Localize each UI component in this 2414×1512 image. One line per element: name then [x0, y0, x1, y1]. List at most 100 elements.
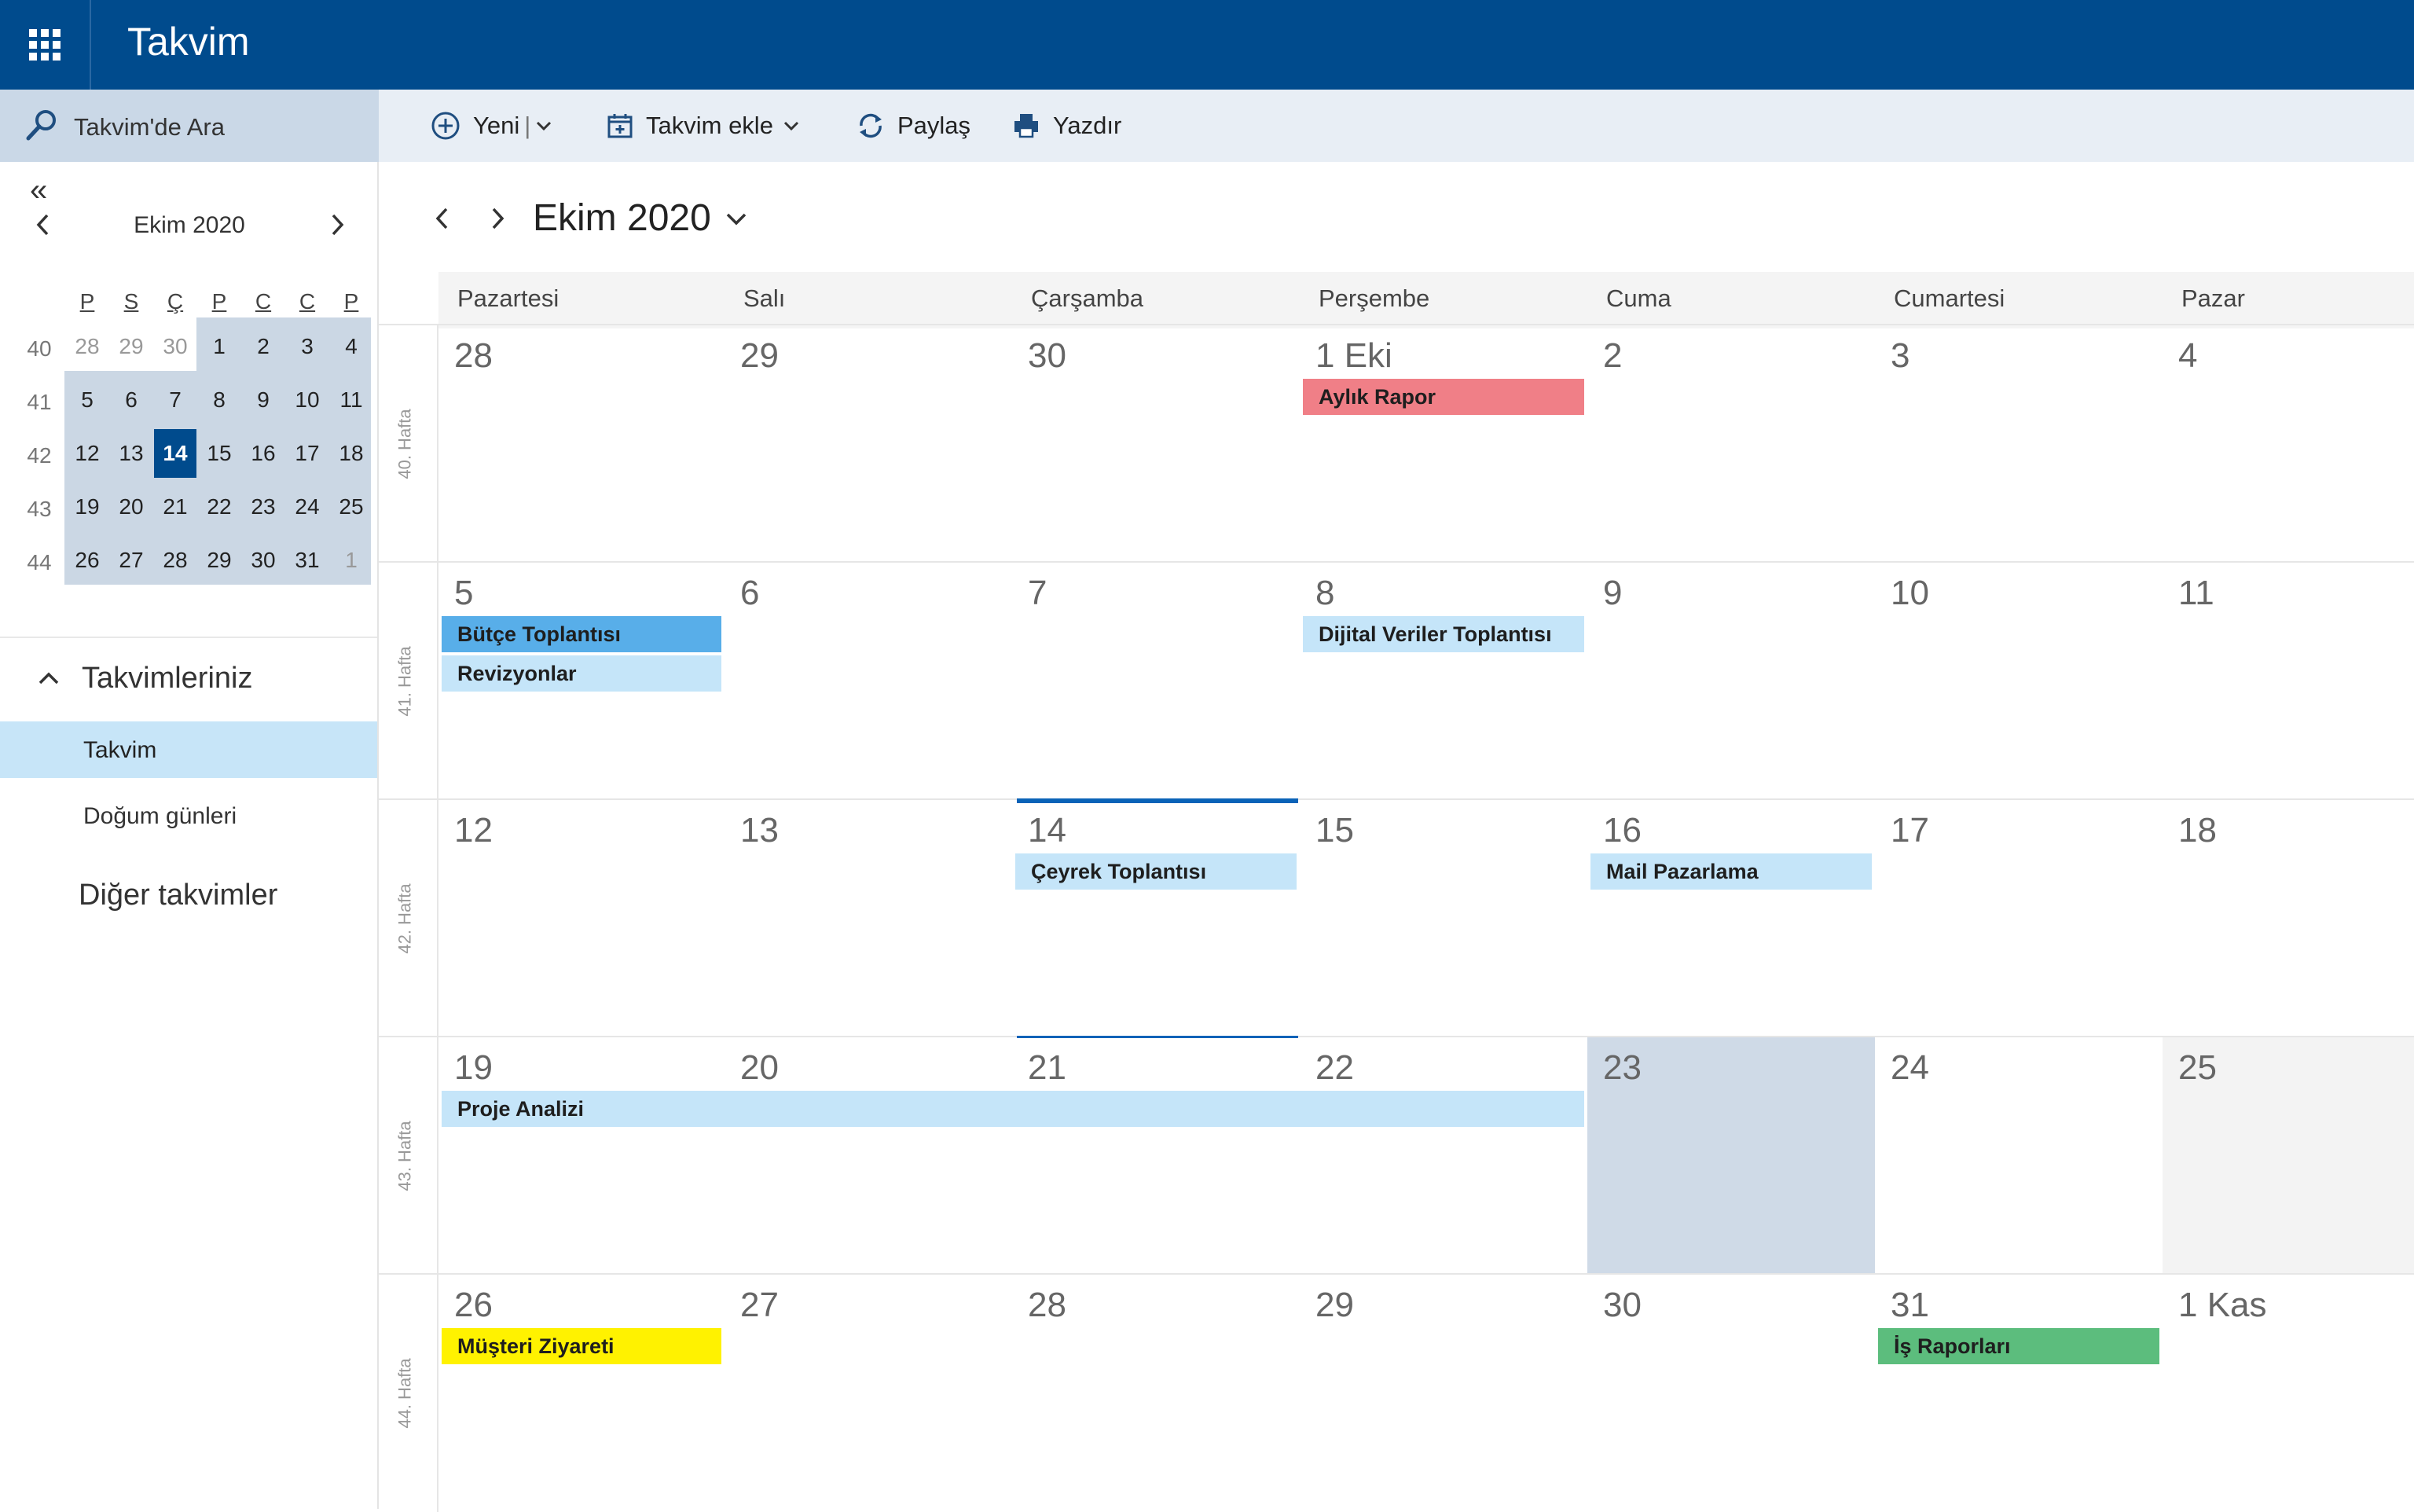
day-cell[interactable]: 29 — [1300, 1275, 1587, 1512]
mini-calendar-day[interactable]: 11 — [330, 376, 372, 424]
mini-calendar-day[interactable]: 31 — [286, 536, 328, 585]
day-cell[interactable]: 15 — [1300, 800, 1587, 1037]
day-cell[interactable]: 22 — [1300, 1037, 1587, 1275]
day-cell[interactable]: 6 — [725, 563, 1012, 800]
day-cell[interactable]: 7 — [1012, 563, 1300, 800]
day-cell[interactable]: 28 — [438, 325, 725, 563]
day-cell[interactable]: 24 — [1875, 1037, 2163, 1275]
mini-calendar-day[interactable]: 10 — [286, 376, 328, 424]
calendar-event[interactable]: Çeyrek Toplantısı — [1015, 853, 1297, 890]
day-cell[interactable]: 29 — [725, 325, 1012, 563]
day-cell[interactable]: 10 — [1875, 563, 2163, 800]
mini-calendar-day[interactable]: 16 — [242, 429, 284, 478]
mini-calendar-day[interactable]: 29 — [110, 322, 152, 371]
mini-calendar-day[interactable]: 1 — [330, 536, 372, 585]
day-cell[interactable]: 4 — [2163, 325, 2414, 563]
mini-calendar-day[interactable]: 17 — [286, 429, 328, 478]
calendar-event[interactable]: Revizyonlar — [442, 655, 721, 692]
day-cell[interactable]: 18 — [2163, 800, 2414, 1037]
day-cell[interactable]: 16 — [1587, 800, 1875, 1037]
day-cell[interactable]: 3 — [1875, 325, 2163, 563]
calendar-event[interactable]: Dijital Veriler Toplantısı — [1303, 616, 1584, 652]
mini-calendar-selected-day[interactable]: 14 — [154, 429, 196, 478]
mini-calendar-day[interactable]: 12 — [66, 429, 108, 478]
app-launcher-button[interactable] — [0, 0, 91, 90]
print-label: Yazdır — [1053, 112, 1122, 139]
add-calendar-button[interactable]: Takvim ekle — [607, 90, 800, 162]
mini-calendar-day[interactable]: 13 — [110, 429, 152, 478]
day-cell[interactable]: 19 — [438, 1037, 725, 1275]
mini-calendar-day[interactable]: 21 — [154, 483, 196, 531]
day-cell[interactable]: 11 — [2163, 563, 2414, 800]
mini-calendar-day[interactable]: 28 — [154, 536, 196, 585]
mini-calendar-day[interactable]: 2 — [242, 322, 284, 371]
mini-calendar-day[interactable]: 3 — [286, 322, 328, 371]
mini-calendar-day[interactable]: 7 — [154, 376, 196, 424]
calendar-event[interactable]: Mail Pazarlama — [1590, 853, 1872, 890]
calendar-item-label: Takvim — [83, 737, 157, 763]
day-cell[interactable]: 1 Kas — [2163, 1275, 2414, 1512]
previous-month-button[interactable] — [431, 206, 456, 231]
day-cell[interactable]: 25 — [2163, 1037, 2414, 1275]
other-calendars-section[interactable]: Diğer takvimler — [79, 879, 277, 912]
mini-calendar-day[interactable]: 15 — [198, 429, 240, 478]
calendar-search-box[interactable]: Takvim'de Ara — [0, 90, 379, 162]
mini-calendar-day[interactable]: 30 — [154, 322, 196, 371]
day-cell[interactable]: 1 Eki — [1300, 325, 1587, 563]
mini-calendar-day[interactable]: 27 — [110, 536, 152, 585]
mini-calendar-day[interactable]: 1 — [198, 322, 240, 371]
printer-icon — [1014, 114, 1038, 138]
mini-calendar-day[interactable]: 30 — [242, 536, 284, 585]
new-event-button[interactable]: Yeni | — [431, 90, 565, 162]
mini-calendar-next-button[interactable] — [324, 212, 349, 237]
calendar-event[interactable]: Proje Analizi — [442, 1091, 1584, 1127]
mini-calendar-day[interactable]: 4 — [330, 322, 372, 371]
mini-calendar-day[interactable]: 22 — [198, 483, 240, 531]
day-cell[interactable]: 27 — [725, 1275, 1012, 1512]
calendar-item-takvim[interactable]: Takvim — [0, 721, 377, 778]
day-cell[interactable]: 12 — [438, 800, 725, 1037]
mini-calendar-day[interactable]: 20 — [110, 483, 152, 531]
mini-calendar-day[interactable]: 26 — [66, 536, 108, 585]
calendar-event[interactable]: İş Raporları — [1878, 1328, 2159, 1364]
mini-calendar-day[interactable]: 9 — [242, 376, 284, 424]
mini-calendar-day[interactable]: 6 — [110, 376, 152, 424]
day-cell[interactable]: 21 — [1012, 1037, 1300, 1275]
day-cell[interactable]: 30 — [1012, 325, 1300, 563]
calendar-event[interactable]: Aylık Rapor — [1303, 379, 1584, 415]
chevron-down-icon[interactable] — [535, 117, 552, 134]
month-picker[interactable]: Ekim 2020 — [533, 196, 747, 240]
mini-calendar-day[interactable]: 8 — [198, 376, 240, 424]
day-cell[interactable]: 28 — [1012, 1275, 1300, 1512]
share-button[interactable]: Paylaş — [857, 90, 970, 162]
mini-calendar-day[interactable]: 18 — [330, 429, 372, 478]
day-cell[interactable]: 23 — [1587, 1037, 1875, 1275]
day-cell[interactable]: 26 — [438, 1275, 725, 1512]
next-month-button[interactable] — [484, 206, 509, 231]
calendar-event[interactable]: Bütçe Toplantısı — [442, 616, 721, 652]
mini-calendar-day[interactable]: 5 — [66, 376, 108, 424]
calendar-item-birthdays[interactable]: Doğum günleri — [83, 803, 237, 830]
day-cell[interactable]: 14 — [1012, 800, 1300, 1037]
day-cell[interactable]: 8 — [1300, 563, 1587, 800]
day-cell[interactable]: 20 — [725, 1037, 1012, 1275]
day-cell[interactable]: 2 — [1587, 325, 1875, 563]
mini-calendar-day[interactable]: 24 — [286, 483, 328, 531]
plus-circle-icon — [431, 112, 460, 140]
day-cell[interactable]: 9 — [1587, 563, 1875, 800]
mini-calendar-day[interactable]: 29 — [198, 536, 240, 585]
day-cell[interactable]: 30 — [1587, 1275, 1875, 1512]
day-cell[interactable]: 13 — [725, 800, 1012, 1037]
day-cell[interactable]: 31 — [1875, 1275, 2163, 1512]
collapse-pane-icon[interactable]: « — [30, 173, 47, 208]
day-number: 7 — [1028, 574, 1047, 612]
mini-calendar-day[interactable]: 19 — [66, 483, 108, 531]
calendar-event[interactable]: Müşteri Ziyareti — [442, 1328, 721, 1364]
print-button[interactable]: Yazdır — [1012, 90, 1121, 162]
mini-calendar-day[interactable]: 25 — [330, 483, 372, 531]
day-cell[interactable]: 17 — [1875, 800, 2163, 1037]
mini-calendar-day[interactable]: 23 — [242, 483, 284, 531]
week-label: 41. Hafta — [390, 563, 421, 800]
your-calendars-section-toggle[interactable]: Takvimleriniz — [38, 662, 252, 695]
mini-calendar-day[interactable]: 28 — [66, 322, 108, 371]
